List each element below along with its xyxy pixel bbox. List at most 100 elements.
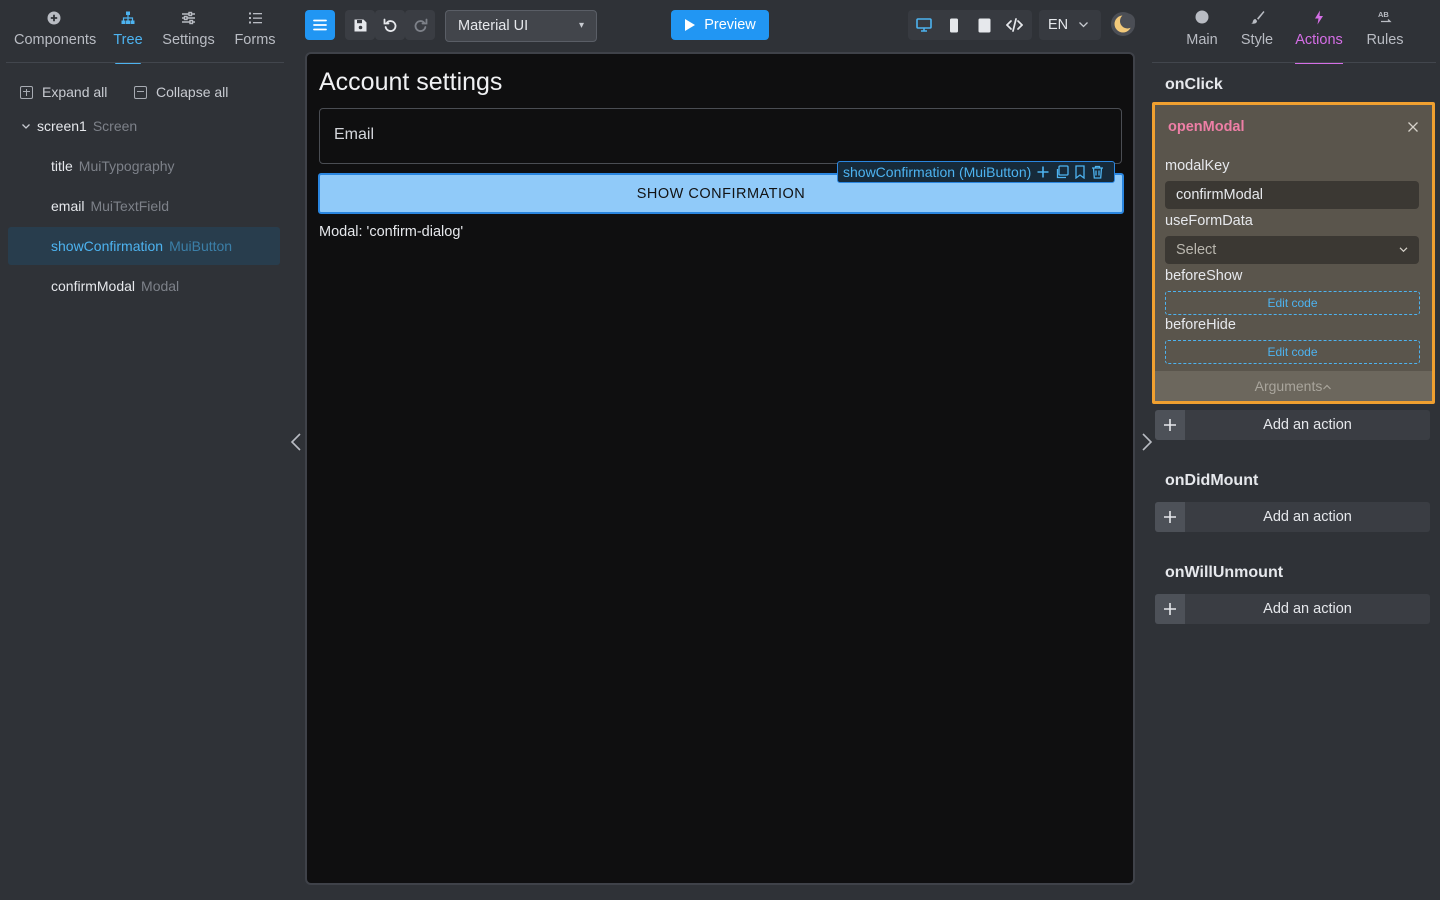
action-name: openModal (1168, 119, 1245, 135)
modal-text: Modal: 'confirm-dialog' (319, 224, 464, 240)
code-view-button[interactable] (999, 10, 1029, 40)
onwillunmount-add-action-button[interactable]: Add an action (1155, 594, 1430, 624)
sitemap-icon (110, 10, 146, 30)
action-card-openmodal: openModal modalKey confirmModal useFormD… (1152, 102, 1435, 404)
mobile-icon (950, 18, 958, 32)
desktop-view-button[interactable] (909, 10, 939, 40)
before-hide-label: beforeHide (1165, 317, 1236, 333)
save-button[interactable] (345, 10, 375, 40)
expand-icon (20, 85, 33, 99)
ab-icon: AB (1364, 10, 1406, 30)
list-icon (232, 10, 278, 30)
collapse-all-button[interactable]: Collapse all (134, 84, 228, 100)
tree-node-type: MuiTextField (90, 198, 170, 214)
expand-all-button[interactable]: Expand all (20, 84, 107, 100)
redo-button[interactable] (405, 10, 435, 40)
tab-forms[interactable]: Forms (232, 10, 278, 64)
duplicate-icon[interactable] (1055, 165, 1069, 179)
language-value: EN (1048, 17, 1069, 33)
before-hide-edit-code-button[interactable]: Edit code (1165, 340, 1420, 364)
undo-button[interactable] (375, 10, 405, 40)
arguments-label: Arguments (1254, 378, 1323, 394)
tab-rules[interactable]: AB Rules (1364, 10, 1406, 64)
tree-node-name: title (51, 158, 73, 174)
modal-key-input[interactable]: confirmModal (1165, 181, 1419, 209)
collapse-left-panel-icon[interactable] (289, 432, 305, 452)
email-label: Email (334, 126, 375, 143)
tree-node-type: Screen (92, 118, 138, 134)
arguments-toggle[interactable]: Arguments (1155, 371, 1432, 401)
tree-node-name: screen1 (37, 118, 87, 134)
expand-all-label: Expand all (42, 84, 108, 100)
tablet-icon (978, 18, 990, 32)
selection-toolbar: showConfirmation (MuiButton) (837, 161, 1115, 183)
ondidmount-add-action-button[interactable]: Add an action (1155, 502, 1430, 532)
preview-button[interactable]: Preview (671, 10, 769, 40)
tab-label: Main (1186, 32, 1218, 48)
use-form-data-label: useFormData (1165, 213, 1253, 229)
tab-label: Rules (1366, 32, 1404, 48)
event-onwillunmount-title: onWillUnmount (1165, 564, 1284, 581)
sliders-icon (160, 10, 217, 30)
mobile-view-button[interactable] (939, 10, 969, 40)
play-icon (685, 19, 696, 31)
tree-node-screen1[interactable]: screen1 Screen (8, 107, 280, 145)
tab-label: Actions (1295, 32, 1343, 48)
use-form-data-placeholder: Select (1176, 242, 1217, 258)
tab-label: Components (14, 32, 97, 48)
desktop-icon (916, 18, 932, 32)
tree-node-name: showConfirmation (51, 238, 164, 254)
bolt-icon (1295, 10, 1343, 30)
tree-node-name: confirmModal (51, 278, 136, 294)
plus-icon (1155, 502, 1185, 532)
tablet-view-button[interactable] (969, 10, 999, 40)
menu-button[interactable] (305, 10, 335, 40)
add-action-label: Add an action (1263, 509, 1352, 525)
tab-tree[interactable]: Tree (110, 10, 146, 64)
tab-label: Settings (162, 32, 215, 48)
trash-icon[interactable] (1091, 165, 1104, 179)
collapse-icon (134, 85, 147, 99)
add-icon[interactable] (1036, 165, 1050, 179)
code-icon (1005, 18, 1023, 32)
hamburger-icon (313, 19, 327, 31)
tree-node-showconfirmation[interactable]: showConfirmation MuiButton (8, 227, 280, 265)
tree-node-email[interactable]: email MuiTextField (8, 187, 280, 225)
undo-icon (383, 18, 396, 32)
use-form-data-select[interactable]: Select (1165, 236, 1419, 264)
tab-label: Tree (113, 32, 143, 48)
collapse-all-label: Collapse all (156, 84, 229, 100)
chevron-down-icon[interactable] (20, 120, 32, 132)
tree-node-type: MuiTypography (78, 158, 175, 174)
language-select[interactable]: EN (1039, 10, 1101, 40)
moon-icon (1111, 12, 1135, 36)
plus-icon (1155, 594, 1185, 624)
onclick-add-action-button[interactable]: Add an action (1155, 410, 1430, 440)
divider (6, 62, 284, 63)
circle-icon (1185, 10, 1219, 30)
tab-main[interactable]: Main (1185, 10, 1219, 64)
tab-settings[interactable]: Settings (160, 10, 217, 64)
tab-label: Forms (234, 32, 276, 48)
tree-node-title[interactable]: title MuiTypography (8, 147, 280, 185)
tab-style[interactable]: Style (1239, 10, 1275, 64)
redo-icon (414, 18, 427, 32)
chevron-down-icon (1399, 247, 1408, 253)
theme-toggle[interactable] (1109, 10, 1137, 38)
device-switcher (908, 10, 1032, 40)
tab-components[interactable]: Components (14, 10, 97, 64)
before-show-edit-code-button[interactable]: Edit code (1165, 291, 1420, 315)
event-onclick-title: onClick (1165, 76, 1223, 93)
ui-library-select[interactable]: Material UI ▾ (445, 10, 597, 42)
tree-node-confirmmodal[interactable]: confirmModal Modal (8, 267, 280, 305)
caret-down-icon: ▾ (578, 20, 584, 31)
email-field[interactable]: Email (319, 108, 1122, 164)
tab-label: Style (1240, 32, 1274, 48)
bookmark-icon[interactable] (1074, 165, 1086, 179)
plus-icon (1155, 410, 1185, 440)
close-icon[interactable] (1406, 120, 1420, 134)
save-icon (354, 19, 366, 31)
tab-actions[interactable]: Actions (1295, 10, 1343, 64)
right-panel: Main Style Actions AB Rules onClick open… (1150, 0, 1440, 900)
selection-label: showConfirmation (MuiButton) (843, 164, 1032, 180)
